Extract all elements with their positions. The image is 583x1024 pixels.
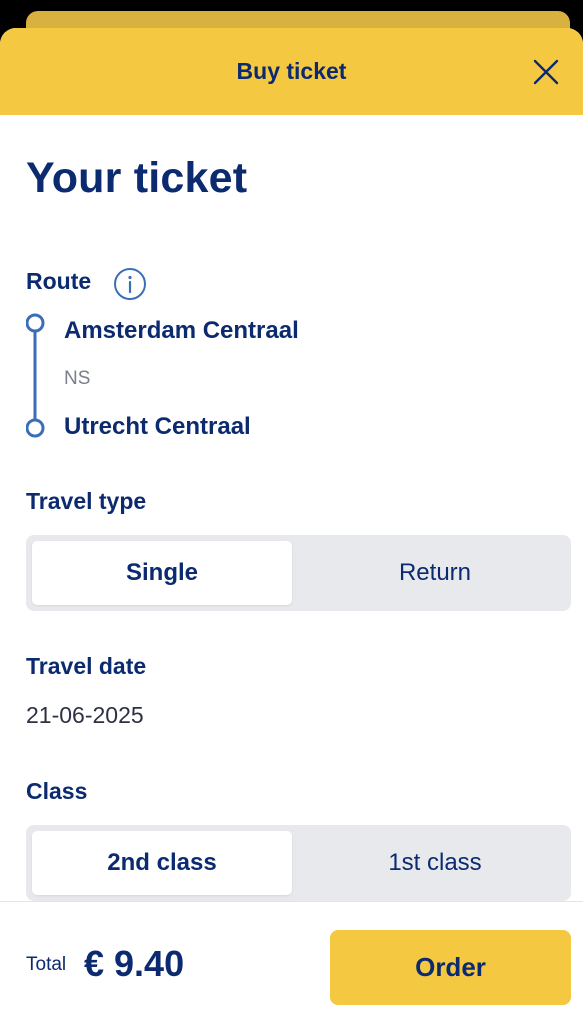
route-operator: NS xyxy=(64,368,91,389)
travel-date-label: Travel date xyxy=(26,653,147,679)
total-price: € 9.40 xyxy=(84,943,185,984)
sheet-title: Buy ticket xyxy=(236,58,347,84)
order-footer: Total € 9.40 Order xyxy=(0,901,583,1024)
travel-type-selector: Single Return xyxy=(26,535,571,611)
sheet-header: Buy ticket xyxy=(0,28,583,115)
info-icon xyxy=(114,268,146,300)
route-origin: Amsterdam Centraal xyxy=(64,317,299,344)
total-label: Total xyxy=(26,954,67,975)
page-title: Your ticket xyxy=(26,154,248,202)
close-button[interactable] xyxy=(529,55,563,89)
close-icon xyxy=(533,59,559,85)
travel-type-single[interactable]: Single xyxy=(32,541,292,605)
class-label: Class xyxy=(26,778,88,804)
route-line xyxy=(26,313,45,438)
travel-type-label: Travel type xyxy=(26,488,147,514)
travel-date-value[interactable]: 21-06-2025 xyxy=(26,702,144,729)
route-label: Route xyxy=(26,268,92,294)
class-second[interactable]: 2nd class xyxy=(32,831,292,895)
class-selector: 2nd class 1st class xyxy=(26,825,571,901)
buy-ticket-sheet: Buy ticket Your ticket Route Amsterdam C… xyxy=(0,28,583,1024)
class-first[interactable]: 1st class xyxy=(305,831,565,895)
order-button[interactable]: Order xyxy=(330,930,571,1005)
travel-type-return[interactable]: Return xyxy=(305,541,565,605)
route-destination: Utrecht Centraal xyxy=(64,413,251,440)
route-info-button[interactable] xyxy=(113,267,147,301)
